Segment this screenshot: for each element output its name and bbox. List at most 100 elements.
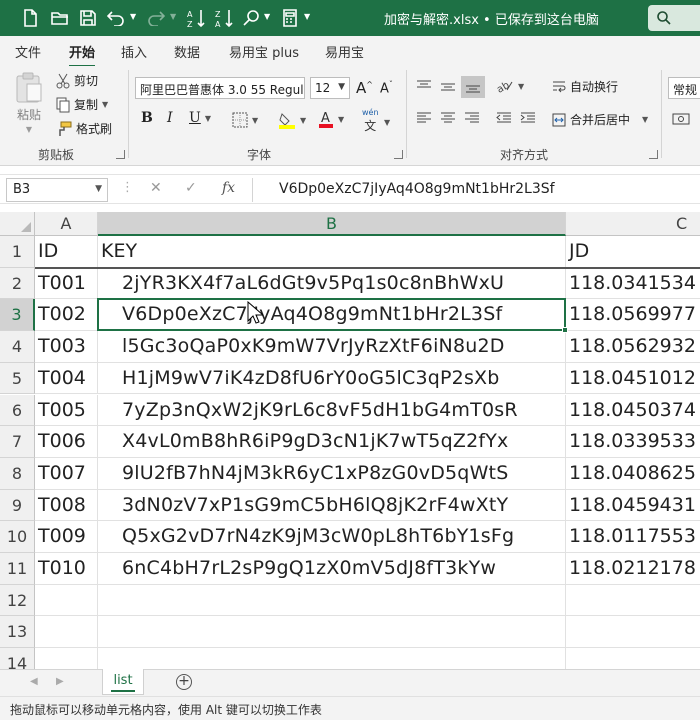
- paste-button[interactable]: 粘贴 ▼: [14, 72, 44, 134]
- italic-button[interactable]: I: [167, 110, 173, 126]
- cell-C11[interactable]: 118.0212178: [566, 553, 700, 585]
- font-name-dropdown[interactable]: 阿里巴巴普惠体 3.0 55 Regular: [135, 77, 305, 99]
- alignment-dialog-launcher[interactable]: [649, 150, 658, 159]
- name-box[interactable]: B3 ▼: [6, 178, 108, 202]
- sort-asc-icon[interactable]: AZ: [184, 6, 208, 30]
- cell-B5[interactable]: H1jM9wV7iK4zD8fU6rY0oG5lC3qP2sXb: [98, 362, 566, 395]
- format-painter-button[interactable]: 格式刷: [56, 120, 112, 137]
- column-header-b[interactable]: B: [98, 212, 566, 236]
- next-sheet-icon[interactable]: ▶: [56, 676, 64, 687]
- cell-B6[interactable]: 7yZp3nQxW2jK9rL6c8vF5dH1bG4mT0sR: [98, 394, 566, 427]
- row-header[interactable]: 6: [0, 394, 35, 427]
- undo-icon[interactable]: [104, 6, 128, 30]
- row-header[interactable]: 5: [0, 362, 35, 395]
- cell-A10[interactable]: T009: [35, 521, 98, 553]
- cancel-icon[interactable]: ✕: [150, 180, 162, 196]
- cell-C12[interactable]: [566, 585, 700, 617]
- cell-A3[interactable]: T002: [35, 299, 98, 332]
- decrease-indent-button[interactable]: [496, 111, 512, 125]
- find-dropdown-icon[interactable]: ▼: [264, 12, 270, 21]
- tab-file[interactable]: 文件: [15, 42, 41, 61]
- cell-A12[interactable]: [35, 584, 98, 617]
- open-folder-icon[interactable]: [48, 6, 72, 30]
- font-size-dropdown[interactable]: 12 ▼: [310, 77, 350, 99]
- cell-A13[interactable]: [35, 616, 98, 649]
- cell-C4[interactable]: 118.0562932: [566, 331, 700, 363]
- align-bottom-button[interactable]: [461, 76, 485, 98]
- copy-button[interactable]: 复制 ▼: [56, 96, 108, 113]
- cell-A8[interactable]: T007: [35, 457, 98, 490]
- undo-dropdown-icon[interactable]: ▼: [130, 12, 136, 21]
- redo-icon[interactable]: [144, 6, 168, 30]
- font-dialog-launcher[interactable]: [394, 150, 403, 159]
- clipboard-dialog-launcher[interactable]: [116, 150, 125, 159]
- save-icon[interactable]: [76, 6, 100, 30]
- cell-A2[interactable]: T001: [35, 267, 98, 300]
- align-left-button[interactable]: [416, 111, 432, 125]
- qat-customize-icon[interactable]: ▼: [304, 12, 310, 21]
- sheet-tab-list[interactable]: list: [102, 669, 144, 695]
- row-header[interactable]: 1: [0, 236, 35, 268]
- column-header-a[interactable]: A: [35, 212, 98, 236]
- cell-C7[interactable]: 118.0339533: [566, 426, 700, 458]
- cell-B2[interactable]: 2jYR3KX4f7aL6dGt9v5Pq1s0c8nBhWxU: [98, 267, 566, 300]
- redo-dropdown-icon[interactable]: ▼: [170, 12, 176, 21]
- cell-B11[interactable]: 6nC4bH7rL2sP9gQ1zX0mV5dJ8fT3kYw: [98, 553, 566, 585]
- formula-input[interactable]: V6Dp0eXzC7jIyAq4O8g9mNt1bHr2L3Sf: [252, 178, 700, 202]
- cell-C14[interactable]: [566, 648, 700, 669]
- align-center-button[interactable]: [440, 111, 456, 125]
- cell-C8[interactable]: 118.0408625: [566, 458, 700, 490]
- cell-A1[interactable]: ID: [35, 236, 98, 268]
- tab-insert[interactable]: 插入: [121, 42, 147, 61]
- cell-B3[interactable]: V6Dp0eXzC7jIyAq4O8g9mNt1bHr2L3Sf: [98, 299, 566, 332]
- increase-indent-button[interactable]: [520, 111, 536, 125]
- cell-C2[interactable]: 118.0341534: [566, 268, 700, 300]
- row-header[interactable]: 12: [0, 584, 35, 617]
- new-file-icon[interactable]: [18, 6, 42, 30]
- decrease-font-button[interactable]: Aˇ: [380, 80, 393, 96]
- wrap-text-button[interactable]: 自动换行: [552, 78, 618, 95]
- cell-B8[interactable]: 9lU2fB7hN4jM3kR6yC1xP8zG0vD5qWtS: [98, 457, 566, 490]
- cell-C9[interactable]: 118.0459431: [566, 490, 700, 522]
- chevron-down-icon[interactable]: ⌄: [588, 12, 596, 22]
- underline-button[interactable]: U ▼: [189, 110, 211, 126]
- cell-B9[interactable]: 3dN0zV7xP1sG9mC5bH6lQ8jK2rF4wXtY: [98, 489, 566, 522]
- cell-A4[interactable]: T003: [35, 331, 98, 363]
- currency-format-button[interactable]: [672, 111, 690, 127]
- tab-data[interactable]: 数据: [174, 42, 200, 61]
- align-middle-button[interactable]: [440, 80, 456, 94]
- fill-color-button[interactable]: ▼: [278, 111, 306, 129]
- font-color-button[interactable]: A ▼: [318, 110, 344, 128]
- cell-A6[interactable]: T005: [35, 394, 98, 427]
- merge-center-button[interactable]: 合并后居中 ▼: [552, 111, 648, 128]
- chevron-down-icon[interactable]: ▼: [384, 118, 390, 127]
- cell-B10[interactable]: Q5xG2vD7rN4zK9jM3cW0pL8hT6bY1sFg: [98, 521, 566, 553]
- row-header[interactable]: 2: [0, 267, 35, 300]
- cell-C13[interactable]: [566, 616, 700, 649]
- column-header-c[interactable]: C: [566, 212, 700, 236]
- cell-C10[interactable]: 118.0117553: [566, 521, 700, 553]
- select-all-corner[interactable]: [0, 212, 35, 236]
- row-header[interactable]: 3: [0, 299, 35, 332]
- cell-B7[interactable]: X4vL0mB8hR6iP9gD3cN1jK7wT5qZ2fYx: [98, 426, 566, 458]
- worksheet-grid[interactable]: A B C 1 ID KEY JD 2 T001 2jYR3KX4f7aL6dGt9v5Pq…: [0, 212, 700, 669]
- row-header[interactable]: 7: [0, 426, 35, 458]
- prev-sheet-icon[interactable]: ◀: [30, 676, 38, 687]
- cell-C3[interactable]: 118.0569977: [566, 299, 700, 332]
- increase-font-button[interactable]: A^: [356, 79, 373, 97]
- number-format-dropdown[interactable]: 常规: [668, 77, 700, 99]
- align-right-button[interactable]: [464, 111, 480, 125]
- cell-B14[interactable]: [98, 648, 566, 669]
- cell-A7[interactable]: T006: [35, 426, 98, 458]
- cell-A14[interactable]: [35, 648, 98, 669]
- cell-C5[interactable]: 118.0451012: [566, 363, 700, 395]
- align-top-button[interactable]: [416, 80, 432, 94]
- orientation-button[interactable]: ab ▼: [496, 78, 524, 94]
- cell-A11[interactable]: T010: [35, 553, 98, 585]
- row-header[interactable]: 9: [0, 489, 35, 522]
- find-icon[interactable]: [240, 6, 264, 30]
- insert-function-icon[interactable]: fx: [222, 180, 235, 196]
- cell-B12[interactable]: [98, 584, 566, 617]
- row-header[interactable]: 8: [0, 457, 35, 490]
- cell-A5[interactable]: T004: [35, 362, 98, 395]
